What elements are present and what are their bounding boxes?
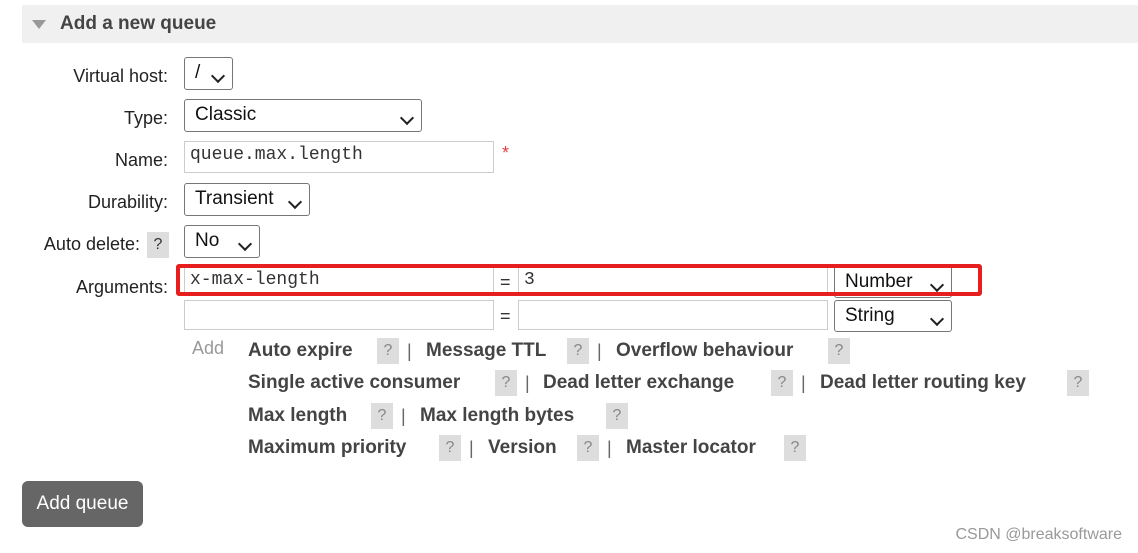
shortcut-overflow-behaviour[interactable]: Overflow behaviour [616, 340, 793, 362]
auto-delete-help-icon[interactable]: ? [147, 232, 169, 258]
message-ttl-help-icon[interactable]: ? [567, 338, 589, 364]
highlight-box [176, 264, 982, 296]
durability-value: Transient [195, 188, 274, 209]
argument-value-input[interactable] [518, 300, 828, 330]
chevron-down-icon [287, 194, 303, 210]
virtual-host-value: / [195, 62, 201, 83]
version-help-icon[interactable]: ? [577, 435, 599, 461]
shortcut-single-active-consumer[interactable]: Single active consumer [248, 372, 460, 394]
shortcut-maximum-priority[interactable]: Maximum priority [248, 437, 406, 459]
separator: | [801, 373, 806, 393]
required-mark: * [502, 143, 510, 163]
separator: | [407, 341, 412, 361]
type-value: Classic [195, 104, 257, 125]
separator: | [525, 373, 530, 393]
master-locator-help-icon[interactable]: ? [784, 435, 806, 461]
chevron-down-icon [929, 311, 945, 327]
type-select[interactable]: Classic [184, 99, 422, 132]
single-active-consumer-help-icon[interactable]: ? [495, 370, 517, 396]
auto-delete-select[interactable]: No [184, 225, 260, 258]
chevron-down-icon [210, 68, 226, 84]
dead-letter-exchange-help-icon[interactable]: ? [771, 370, 793, 396]
virtual-host-label: Virtual host: [73, 66, 168, 86]
auto-expire-help-icon[interactable]: ? [377, 338, 399, 364]
shortcut-max-length[interactable]: Max length [248, 405, 347, 427]
shortcut-master-locator[interactable]: Master locator [626, 437, 756, 459]
watermark: CSDN @breaksoftware [955, 526, 1122, 543]
separator: | [469, 438, 474, 458]
add-queue-button[interactable]: Add queue [22, 481, 143, 527]
shortcut-dead-letter-exchange[interactable]: Dead letter exchange [543, 372, 734, 394]
separator: | [607, 438, 612, 458]
shortcut-auto-expire[interactable]: Auto expire [248, 340, 353, 362]
name-input[interactable]: queue.max.length [184, 141, 494, 173]
durability-select[interactable]: Transient [184, 183, 310, 216]
max-length-bytes-help-icon[interactable]: ? [606, 403, 628, 429]
argument-type-select[interactable]: String [834, 300, 952, 332]
max-length-help-icon[interactable]: ? [371, 403, 393, 429]
auto-delete-label: Auto delete: [43, 234, 140, 254]
overflow-behaviour-help-icon[interactable]: ? [828, 338, 850, 364]
virtual-host-select[interactable]: / [184, 57, 233, 90]
separator: | [401, 406, 406, 426]
auto-delete-value: No [195, 230, 220, 251]
section-title: Add a new queue [60, 13, 217, 34]
shortcut-max-length-bytes[interactable]: Max length bytes [420, 405, 574, 427]
shortcut-dead-letter-routing-key[interactable]: Dead letter routing key [820, 372, 1026, 394]
argument-key-input[interactable] [184, 300, 494, 330]
separator: | [597, 341, 602, 361]
collapse-triangle-icon[interactable] [32, 20, 46, 29]
chevron-down-icon [237, 236, 253, 252]
shortcut-message-ttl[interactable]: Message TTL [426, 340, 546, 362]
durability-label: Durability: [87, 192, 168, 212]
add-argument-label: Add [192, 338, 225, 358]
argument-equals: = [500, 306, 511, 326]
type-label: Type: [123, 108, 168, 128]
dead-letter-routing-key-help-icon[interactable]: ? [1067, 370, 1089, 396]
shortcut-version[interactable]: Version [488, 437, 557, 459]
argument-type-value: String [845, 305, 895, 326]
name-label: Name: [114, 150, 168, 170]
arguments-label: Arguments: [75, 277, 168, 297]
maximum-priority-help-icon[interactable]: ? [439, 435, 461, 461]
chevron-down-icon [399, 110, 415, 126]
